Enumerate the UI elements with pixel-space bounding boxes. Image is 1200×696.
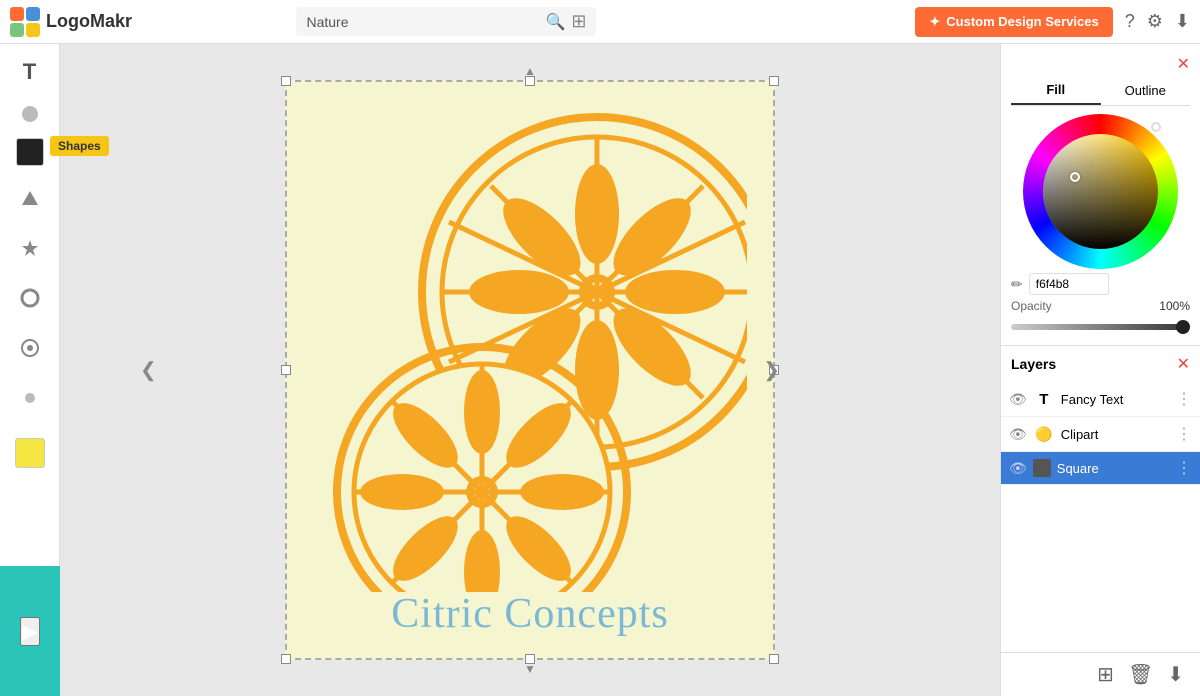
help-button[interactable]: ? bbox=[1125, 11, 1135, 32]
left-toolbar: T Shapes bbox=[0, 44, 60, 696]
layers-icon-button[interactable]: ⊞ bbox=[1097, 662, 1114, 687]
shapes-tooltip: Shapes bbox=[50, 136, 109, 156]
layer-thumb-square bbox=[1033, 459, 1051, 477]
handle-top-left[interactable] bbox=[281, 76, 291, 86]
fill-tab[interactable]: Fill bbox=[1011, 76, 1101, 105]
layer-menu-square[interactable]: ⋮ bbox=[1176, 458, 1192, 478]
logo-text: LogoMakr bbox=[46, 11, 132, 32]
custom-design-button[interactable]: ✦ Custom Design Services bbox=[915, 7, 1112, 37]
shapes-icon bbox=[20, 238, 40, 258]
opacity-value: 100% bbox=[1159, 299, 1190, 313]
star-tool-button[interactable] bbox=[12, 230, 48, 266]
logo-canvas[interactable]: ▲ ▼ bbox=[285, 80, 775, 660]
layers-panel: Layers ✕ 👁 T Fancy Text ⋮ 👁 🟡 Clipart ⋮ … bbox=[1001, 345, 1200, 652]
circle-shape-tool[interactable] bbox=[20, 104, 40, 124]
handle-bottom-right[interactable] bbox=[769, 654, 779, 664]
canvas-nav-right[interactable]: ❯ bbox=[763, 358, 780, 383]
ring-icon bbox=[20, 288, 40, 308]
layers-close-button[interactable]: ✕ bbox=[1177, 354, 1190, 374]
download-header-button[interactable]: ⬇ bbox=[1175, 11, 1190, 32]
search-icon: 🔍 bbox=[545, 12, 565, 32]
settings-button[interactable]: ⚙ bbox=[1147, 11, 1163, 32]
play-button[interactable]: ▶ bbox=[20, 617, 39, 646]
ring-tool-button[interactable] bbox=[12, 280, 48, 316]
layer-item-fancy-text[interactable]: 👁 T Fancy Text ⋮ bbox=[1001, 382, 1200, 417]
color-selector-dot[interactable] bbox=[1070, 172, 1080, 182]
small-circle-icon bbox=[20, 388, 40, 408]
layer-thumb-clipart: 🟡 bbox=[1033, 423, 1055, 445]
grid-icon[interactable]: ⊞ bbox=[571, 11, 586, 32]
layer-menu-fancy-text[interactable]: ⋮ bbox=[1176, 389, 1192, 409]
opacity-row: Opacity 100% bbox=[1011, 299, 1190, 313]
layer-eye-square[interactable]: 👁 bbox=[1009, 460, 1027, 477]
layer-name-fancy-text: Fancy Text bbox=[1061, 392, 1170, 407]
color-panel-close[interactable]: ✕ bbox=[1177, 54, 1190, 74]
bottom-arrow: ▼ bbox=[524, 662, 536, 676]
layers-title: Layers bbox=[1011, 356, 1056, 372]
history-tool-button[interactable] bbox=[12, 330, 48, 366]
color-swatch-black[interactable] bbox=[16, 138, 44, 166]
circle-icon bbox=[20, 104, 40, 124]
layer-item-square[interactable]: 👁 Square ⋮ bbox=[1001, 452, 1200, 485]
search-input[interactable] bbox=[306, 14, 539, 30]
trash-button[interactable]: 🗑 bbox=[1128, 662, 1153, 687]
layer-name-square: Square bbox=[1057, 461, 1170, 476]
citrus-illustration bbox=[317, 102, 747, 592]
eyedropper-icon[interactable]: ✏ bbox=[1011, 276, 1023, 293]
handle-top-right[interactable] bbox=[769, 76, 779, 86]
handle-left-center[interactable] bbox=[281, 365, 291, 375]
header-right: ✦ Custom Design Services ? ⚙ ⬇ bbox=[915, 7, 1190, 37]
text-tool-button[interactable]: T bbox=[12, 54, 48, 90]
layer-menu-clipart[interactable]: ⋮ bbox=[1176, 424, 1192, 444]
color-wheel[interactable] bbox=[1023, 114, 1178, 269]
color-wheel-outer-dot[interactable] bbox=[1151, 122, 1161, 132]
teal-side-panel: ▶ bbox=[0, 566, 60, 696]
layer-name-clipart: Clipart bbox=[1061, 427, 1170, 442]
wand-icon: ✦ bbox=[929, 14, 940, 30]
opacity-slider[interactable] bbox=[1011, 324, 1190, 330]
bottom-toolbar: ⊞ 🗑 ⬇ bbox=[1001, 652, 1200, 696]
triangle-tool-button[interactable] bbox=[12, 180, 48, 216]
logo-area: LogoMakr bbox=[10, 7, 132, 37]
opacity-label: Opacity bbox=[1011, 299, 1052, 313]
history-icon bbox=[20, 338, 40, 358]
handle-bottom-left[interactable] bbox=[281, 654, 291, 664]
color-panel: ✕ Fill Outline ✏ Opac bbox=[1001, 44, 1200, 345]
triangle-icon bbox=[20, 189, 40, 207]
main-layout: T Shapes bbox=[0, 44, 1200, 696]
top-arrow: ▲ bbox=[524, 64, 536, 78]
layers-header: Layers ✕ bbox=[1001, 346, 1200, 382]
header: LogoMakr 🔍 ⊞ ✦ Custom Design Services ? … bbox=[0, 0, 1200, 44]
right-panel: ✕ Fill Outline ✏ Opac bbox=[1000, 44, 1200, 696]
layer-item-clipart[interactable]: 👁 🟡 Clipart ⋮ bbox=[1001, 417, 1200, 452]
canvas-nav-left[interactable]: ❮ bbox=[140, 358, 157, 383]
search-area[interactable]: 🔍 ⊞ bbox=[296, 7, 596, 36]
logo-canvas-text[interactable]: Citric Concepts bbox=[287, 590, 773, 638]
outline-tab[interactable]: Outline bbox=[1101, 76, 1191, 105]
yellow-swatch[interactable] bbox=[15, 438, 45, 468]
small-circle-tool[interactable] bbox=[12, 380, 48, 416]
color-panel-tabs: Fill Outline bbox=[1011, 76, 1190, 106]
layer-thumb-fancy-text: T bbox=[1033, 388, 1055, 410]
logo-icon bbox=[10, 7, 40, 37]
color-hex-row: ✏ bbox=[1011, 273, 1190, 295]
layer-eye-clipart[interactable]: 👁 bbox=[1009, 426, 1027, 443]
download-button[interactable]: ⬇ bbox=[1167, 662, 1184, 687]
canvas-area[interactable]: ❮ ❯ ▲ ▼ bbox=[60, 44, 1000, 696]
color-wheel-inner[interactable] bbox=[1043, 134, 1158, 249]
yellow-swatch-area bbox=[15, 438, 45, 468]
layer-eye-fancy-text[interactable]: 👁 bbox=[1009, 391, 1027, 408]
custom-design-label: Custom Design Services bbox=[946, 14, 1098, 29]
color-gradient[interactable] bbox=[1043, 134, 1158, 249]
hex-input[interactable] bbox=[1029, 273, 1109, 295]
